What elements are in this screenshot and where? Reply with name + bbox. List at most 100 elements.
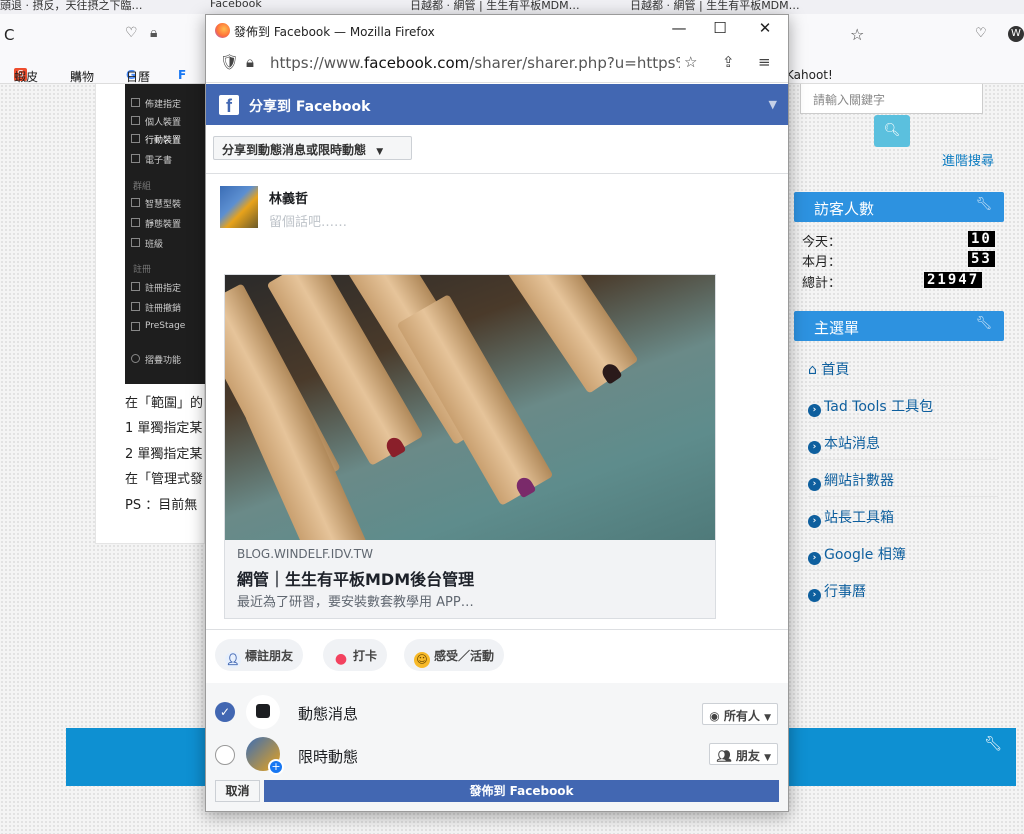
check-in-label: 打卡 <box>353 649 378 663</box>
minimize-icon[interactable]: — <box>668 19 690 37</box>
account-avatar-icon[interactable]: W <box>1008 26 1024 42</box>
tag-friends-icon: 👤︎ <box>225 652 241 668</box>
menu-item-calendar[interactable]: › 行事曆 <box>808 571 998 608</box>
menu-icon <box>131 322 140 331</box>
share-target-label: 分享到動態消息或限時動態 <box>222 143 367 157</box>
tag-friends-button[interactable]: 👤︎ 標註朋友 <box>215 639 304 671</box>
visitor-today-value: 10 <box>968 231 995 247</box>
background-tab-4[interactable]: 日越都 · 網管 | 生生有平板MDM… <box>630 0 800 13</box>
background-tab-strip: 頭退 · 摂反，天往摂之下臨… Facebook 日越都 · 網管 | 生生有平… <box>0 0 1024 14</box>
menu-icon <box>131 302 140 311</box>
tag-friends-label: 標註朋友 <box>245 649 294 663</box>
story-label: 限時動態 <box>298 748 359 766</box>
main-menu-header: 主選單 🔧︎ <box>794 311 1004 341</box>
visitor-total-label: 總計： <box>802 276 842 291</box>
close-icon[interactable]: ✕ <box>754 19 776 37</box>
news-feed-icon <box>246 695 280 729</box>
menu-item-label: 網站計數器 <box>824 473 894 489</box>
post-to-facebook-button[interactable]: 發佈到 Facebook <box>264 780 779 802</box>
story-avatar-icon: + <box>246 737 284 775</box>
url-prefix: https://www. <box>270 54 364 72</box>
check-in-button[interactable]: ● 打卡 <box>323 639 388 671</box>
wrench-icon[interactable]: 🔧︎ <box>984 736 1002 752</box>
pocket-icon[interactable]: ♡ <box>975 26 987 41</box>
search-input[interactable]: 請輸入關鍵字 <box>800 84 983 114</box>
news-feed-privacy-label: 所有人 <box>723 709 760 723</box>
smiley-icon: ☺ <box>414 652 430 668</box>
advanced-search-link[interactable]: 進階搜尋 <box>942 150 994 169</box>
wrench-icon[interactable]: 🔧︎ <box>975 316 992 331</box>
menu-icon <box>131 154 140 163</box>
menu-icon <box>131 134 140 143</box>
pencil-tip <box>383 434 407 459</box>
arrow-circle-icon: › <box>808 404 821 417</box>
visitor-total-value: 21947 <box>924 272 983 288</box>
extensions-icon[interactable]: ⇪ <box>722 53 735 71</box>
globe-icon: ◉ <box>709 709 720 723</box>
bookmark-star-icon[interactable]: ☆ <box>684 53 697 71</box>
article-line: 在「範圍」的 <box>125 396 204 411</box>
visitor-month-label: 本月： <box>802 255 842 270</box>
menu-item-tadtools[interactable]: › Tad Tools 工具包 <box>808 386 998 423</box>
menu-icon <box>131 282 140 291</box>
menu-item-google-photos[interactable]: › Google 相簿 <box>808 534 998 571</box>
background-tab-1[interactable]: 頭退 · 摂反，天往摂之下臨… <box>0 0 143 13</box>
divider <box>206 173 788 174</box>
home-icon: ⌂ <box>808 362 817 378</box>
reload-icon[interactable]: C <box>4 26 14 44</box>
arrow-circle-icon: › <box>808 478 821 491</box>
story-privacy-dropdown[interactable]: 👥︎ 朋友 ▼ <box>709 743 778 765</box>
collapse-icon <box>131 354 140 363</box>
url-text[interactable]: https://www.facebook.com/sharer/sharer.p… <box>270 54 680 72</box>
cancel-button[interactable]: 取消 <box>215 780 260 802</box>
menu-item-news[interactable]: › 本站消息 <box>808 423 998 460</box>
user-avatar <box>220 186 258 228</box>
menu-item-label: Google 相簿 <box>824 547 906 563</box>
news-feed-privacy-dropdown[interactable]: ◉ 所有人 ▼ <box>702 703 778 725</box>
shield-icon[interactable]: ♡ <box>125 25 138 41</box>
menu-item-counter[interactable]: › 網站計數器 <box>808 460 998 497</box>
shield-icon[interactable]: 🛡︎ <box>220 53 239 71</box>
search-button[interactable]: 🔍︎ <box>874 115 910 147</box>
bookmark-star-icon[interactable]: ☆ <box>850 25 864 44</box>
screenshot-section: 註冊 <box>133 265 152 275</box>
feeling-activity-label: 感受／活動 <box>434 649 495 663</box>
firefox-icon <box>215 23 230 38</box>
menu-icon <box>131 238 140 247</box>
chevron-down-icon[interactable]: ▼ <box>769 98 777 111</box>
article-line: 1 單獨指定某 <box>125 421 203 436</box>
maximize-icon[interactable]: ☐ <box>709 19 731 37</box>
bookmark-calendar-label: 日曆 <box>126 70 151 84</box>
story-checkbox[interactable] <box>215 745 235 765</box>
screenshot-item: PreStage <box>145 321 186 331</box>
search-icon: 🔍︎ <box>883 123 901 138</box>
facebook-header-title: 分享到 Facebook <box>249 99 371 115</box>
menu-icon[interactable]: ≡ <box>758 53 771 71</box>
menu-icon <box>131 218 140 227</box>
pencil-tip <box>599 360 623 385</box>
caret-down-icon: ▼ <box>764 713 771 723</box>
url-path: /sharer/sharer.php?u=https%3A%2F% <box>469 54 680 72</box>
menu-item-webmaster-tools[interactable]: › 站長工具箱 <box>808 497 998 534</box>
background-tab-3[interactable]: 日越都 · 網管 | 生生有平板MDM… <box>410 0 580 13</box>
background-tab-2[interactable]: Facebook <box>210 0 262 10</box>
news-feed-checkbox[interactable]: ✓ <box>215 702 235 722</box>
bookmark-kahoot-label: Kahoot! <box>786 68 833 82</box>
arrow-circle-icon: › <box>808 589 821 602</box>
menu-item-home[interactable]: ⌂ 首頁 <box>808 349 998 386</box>
news-feed-label: 動態消息 <box>298 705 359 723</box>
popup-url-bar[interactable]: 🛡︎ 🔒︎ https://www.facebook.com/sharer/sh… <box>206 45 788 83</box>
popup-window-title: 發佈到 Facebook — Mozilla Firefox <box>234 25 435 39</box>
share-target-dropdown[interactable]: 分享到動態消息或限時動態 ▼ <box>213 136 412 160</box>
link-preview-card[interactable]: BLOG.WINDELF.IDV.TW 網管｜生生有平板MDM後台管理 最近為了… <box>224 274 716 619</box>
lock-icon[interactable]: 🔒︎ <box>150 25 157 41</box>
wrench-icon[interactable]: 🔧︎ <box>975 197 992 212</box>
caret-down-icon: ▼ <box>376 147 384 157</box>
visitor-panel-title: 訪客人數 <box>814 200 875 218</box>
compose-input[interactable]: 留個話吧…… <box>269 211 347 230</box>
divider <box>206 629 788 630</box>
checkmark-icon: ✓ <box>219 705 231 719</box>
feeling-activity-button[interactable]: ☺ 感受／活動 <box>404 639 505 671</box>
lock-icon[interactable]: 🔒︎ <box>246 53 254 71</box>
screenshot-item: 佈建指定 <box>145 100 182 110</box>
